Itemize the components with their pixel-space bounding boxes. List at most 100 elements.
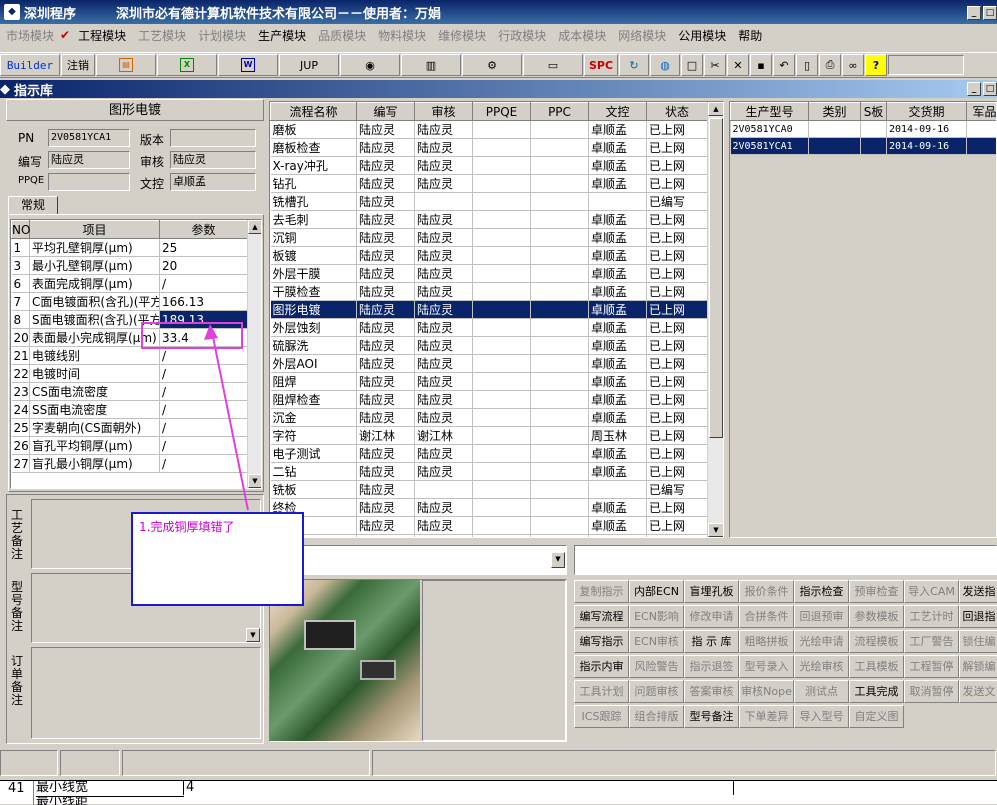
action-button[interactable]: 型号录入 (739, 655, 794, 678)
param-item[interactable]: 最小孔壁铜厚(μm) (30, 257, 160, 275)
model-delivery[interactable]: 2014-09-16 (887, 121, 967, 138)
process-reviewer[interactable]: 陆应灵 (415, 319, 473, 337)
process-doc-control[interactable]: 卓顺孟 (589, 121, 647, 139)
col-reviewer[interactable]: 审核 (415, 103, 473, 121)
scroll-up-icon[interactable]: ▲ (708, 102, 724, 116)
process-ppc[interactable] (531, 121, 589, 139)
process-row[interactable]: 外层AOI陆应灵陆应灵卓顺孟已上网 (271, 355, 708, 373)
process-author[interactable]: 陆应灵 (357, 301, 415, 319)
param-item[interactable]: 盲孔平均铜厚(μm) (30, 437, 160, 455)
process-ppqe[interactable] (473, 301, 531, 319)
param-item[interactable]: SS面电流密度 (30, 401, 160, 419)
process-ppc[interactable] (531, 283, 589, 301)
print-button[interactable]: ⎙ (819, 54, 841, 76)
process-scrollbar[interactable]: ▲ ▼ (707, 102, 723, 537)
sub-maximize-button[interactable]: □ (983, 82, 997, 96)
process-status[interactable]: 已上网 (647, 409, 708, 427)
process-ppqe[interactable] (473, 175, 531, 193)
process-ppc[interactable] (531, 301, 589, 319)
model-number[interactable]: 2V0581YCA1 (731, 138, 809, 155)
ppqe-field[interactable] (48, 173, 130, 191)
action-button[interactable]: 报价条件 (739, 580, 794, 603)
process-ppc[interactable] (531, 247, 589, 265)
param-value[interactable]: 166.13 (160, 293, 248, 311)
process-ppqe[interactable] (473, 427, 531, 445)
action-button[interactable]: 参数模板 (849, 605, 904, 628)
process-doc-control[interactable]: 卓顺孟 (589, 499, 647, 517)
col-s-board[interactable]: S板 (861, 103, 887, 121)
params-row[interactable]: 3最小孔壁铜厚(μm)20 (12, 257, 248, 275)
process-doc-control[interactable]: 卓顺孟 (589, 355, 647, 373)
param-no[interactable]: 25 (12, 419, 30, 437)
process-author[interactable]: 陆应灵 (357, 391, 415, 409)
process-row[interactable]: 阻焊检查陆应灵陆应灵卓顺孟已上网 (271, 391, 708, 409)
process-status[interactable]: 已编写 (647, 481, 708, 499)
process-ppqe[interactable] (473, 391, 531, 409)
process-author[interactable]: 陆应灵 (357, 409, 415, 427)
pn-field[interactable]: 2V0581YCA1 (48, 129, 130, 147)
undo-button[interactable]: ↶ (773, 54, 795, 76)
process-name[interactable]: 外层蚀刻 (271, 319, 357, 337)
action-button[interactable]: 合拼条件 (739, 605, 794, 628)
process-status[interactable]: 已上网 (647, 157, 708, 175)
process-name[interactable]: 外层干膜 (271, 265, 357, 283)
action-button[interactable]: ICS跟踪 (574, 705, 629, 728)
param-no[interactable]: 7 (12, 293, 30, 311)
action-button[interactable]: 指 示 库 (684, 630, 739, 653)
process-row[interactable]: X-ray冲孔陆应灵陆应灵卓顺孟已上网 (271, 157, 708, 175)
process-reviewer[interactable]: 陆应灵 (415, 391, 473, 409)
process-author[interactable]: 陆应灵 (357, 517, 415, 535)
process-doc-control[interactable]: 卓顺孟 (589, 463, 647, 481)
tab-general[interactable]: 常规 (8, 196, 58, 214)
process-reviewer[interactable]: 陆应灵 (415, 463, 473, 481)
menu-item[interactable]: 生产模块 (252, 27, 312, 44)
param-item[interactable]: 表面完成铜厚(μm) (30, 275, 160, 293)
process-doc-control[interactable] (589, 193, 647, 211)
menu-item[interactable]: 物料模块 (372, 27, 432, 44)
action-button[interactable]: ECN审核 (629, 630, 684, 653)
menu-item[interactable]: 成本模块 (552, 27, 612, 44)
action-button[interactable]: 光绘审核 (794, 655, 849, 678)
process-status[interactable]: 已上网 (647, 463, 708, 481)
action-button[interactable]: ECN影响 (629, 605, 684, 628)
param-item[interactable]: 电镀线别 (30, 347, 160, 365)
param-item[interactable]: 电镀时间 (30, 365, 160, 383)
process-reviewer[interactable]: 谢江林 (415, 427, 473, 445)
cut-button[interactable]: ✂ (704, 54, 726, 76)
menu-item[interactable]: 工程模块 (72, 27, 132, 44)
process-author[interactable]: 陆应灵 (357, 121, 415, 139)
view-button[interactable]: ◉ (340, 54, 400, 76)
new-button[interactable]: □ (681, 54, 703, 76)
process-author[interactable]: 陆应灵 (357, 337, 415, 355)
process-author[interactable]: 陆应灵 (357, 283, 415, 301)
process-status[interactable]: 已上网 (647, 121, 708, 139)
process-reviewer[interactable]: 陆应灵 (415, 499, 473, 517)
action-button[interactable]: 导入CAM (904, 580, 959, 603)
logout-button[interactable]: 注销 (61, 54, 95, 76)
process-doc-control[interactable]: 卓顺孟 (589, 229, 647, 247)
word-button[interactable]: W (218, 54, 278, 76)
params-col-item[interactable]: 项目 (30, 221, 160, 239)
process-author[interactable]: 陆应灵 (357, 499, 415, 517)
computer-button[interactable]: ▭ (523, 54, 583, 76)
model-delivery[interactable]: 2014-09-16 (887, 138, 967, 155)
process-doc-control[interactable]: 卓顺孟 (589, 211, 647, 229)
process-ppc[interactable] (531, 337, 589, 355)
image-slot[interactable] (422, 580, 566, 741)
process-row[interactable]: 二钻陆应灵陆应灵卓顺孟已上网 (271, 463, 708, 481)
excel-button[interactable]: X (157, 54, 217, 76)
process-author[interactable]: 谢江林 (357, 427, 415, 445)
model-number[interactable]: 2V0581YCA0 (731, 121, 809, 138)
reviewer-field[interactable]: 陆应灵 (170, 151, 256, 169)
browser-button[interactable]: ◍ (650, 54, 680, 76)
action-button[interactable]: 取消暂停 (904, 680, 959, 703)
process-row[interactable]: 电子测试陆应灵陆应灵卓顺孟已上网 (271, 445, 708, 463)
action-button[interactable]: 工厂警告 (904, 630, 959, 653)
menu-item[interactable]: 网络模块 (612, 27, 672, 44)
process-author[interactable]: 陆应灵 (357, 139, 415, 157)
process-reviewer[interactable]: 陆应灵 (415, 445, 473, 463)
sheet-item[interactable]: 最小线宽 (36, 781, 184, 795)
action-button[interactable]: 盲埋孔板 (684, 580, 739, 603)
process-author[interactable]: 陆应灵 (357, 535, 415, 539)
refresh-button[interactable]: ↻ (619, 54, 649, 76)
